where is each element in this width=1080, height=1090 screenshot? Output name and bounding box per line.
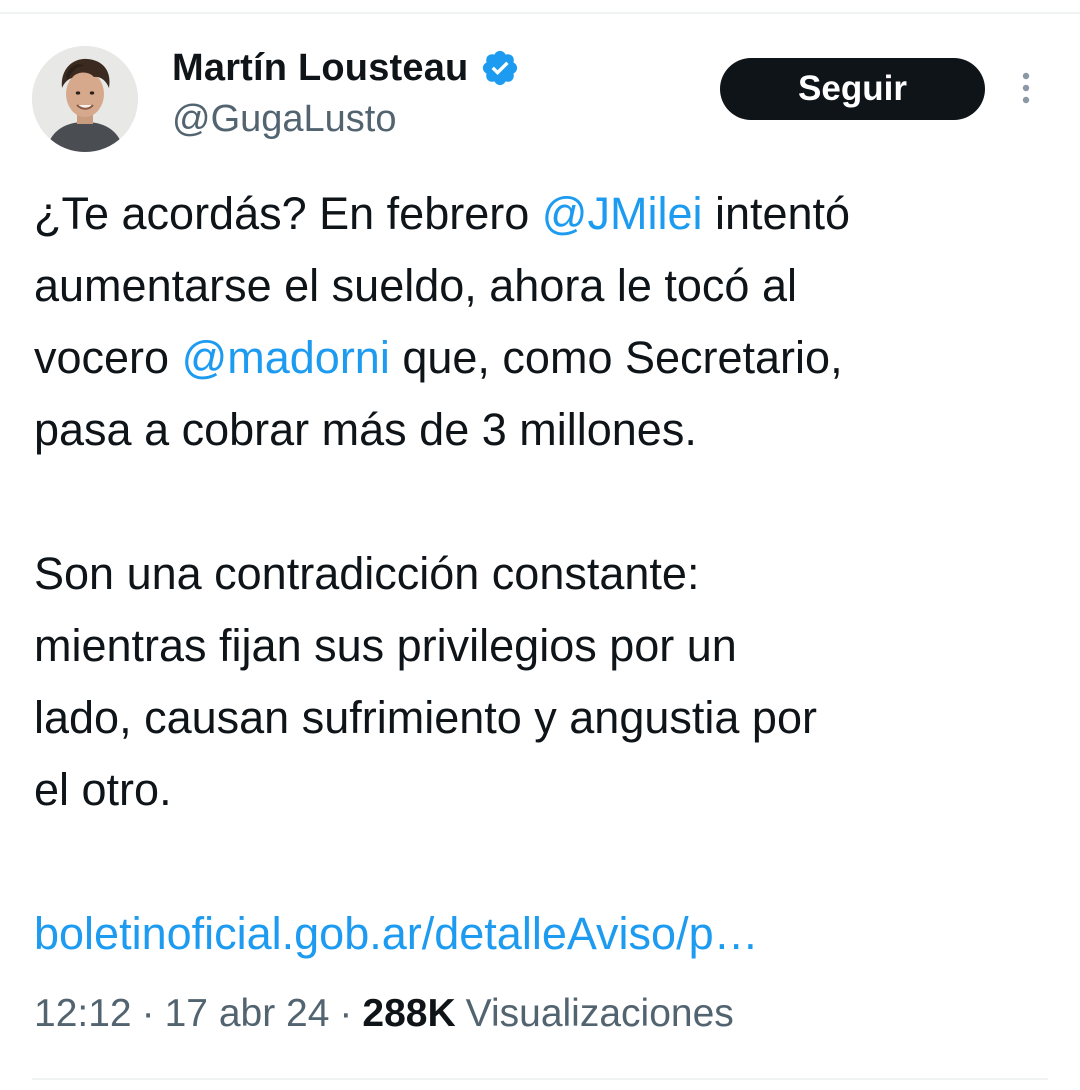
external-link[interactable]: boletinoficial.gob.ar/detalleAviso/p… [34,908,759,959]
bottom-divider [32,1078,1048,1080]
tweet-line: boletinoficial.gob.ar/detalleAviso/p… [34,898,1054,970]
meta-separator: · [339,992,353,1035]
author-name-row: Martín Lousteau [172,44,520,92]
verified-badge-icon[interactable] [480,48,520,88]
tweet-line: el otro. [34,764,172,815]
tweet-line: mientras fijan sus privilegios por un [34,620,737,671]
views-count[interactable]: 288K [362,992,455,1036]
tweet-line: lado, causan sufrimiento y angustia por [34,692,817,743]
text-segment: vocero [34,332,182,383]
tweet-date[interactable]: 17 abr 24 [165,992,330,1036]
tweet-meta: 12:12 · 17 abr 24 · 288K Visualizaciones [34,992,734,1036]
tweet-time[interactable]: 12:12 [34,992,132,1036]
mention-madorni-link[interactable]: @madorni [182,332,390,383]
tweet-line: vocero @madorni que, como Secretario, [34,322,1054,394]
mention-jmilei-link[interactable]: @JMilei [542,188,703,239]
text-segment: ¿Te acordás? En febrero [34,188,542,239]
author-handle[interactable]: @GugaLusto [172,98,397,141]
tweet-line: pasa a cobrar más de 3 millones. [34,404,697,455]
text-segment: que, como Secretario, [389,332,843,383]
tweet-text: ¿Te acordás? En febrero @JMilei intentó … [34,178,1054,970]
meta-separator: · [141,992,155,1035]
follow-button[interactable]: Seguir [720,58,985,120]
text-segment: intentó [702,188,851,239]
display-name[interactable]: Martín Lousteau [172,47,468,90]
views-label[interactable]: Visualizaciones [466,992,734,1036]
tweet-line: Son una contradicción constante: [34,548,700,599]
tweet-line: ¿Te acordás? En febrero @JMilei intentó [34,178,1054,250]
profile-photo-icon [32,46,138,152]
avatar[interactable] [32,46,138,152]
vertical-ellipsis-icon[interactable] [1012,70,1040,110]
tweet-header: Martín Lousteau @GugaLusto Seguir [0,0,1080,170]
tweet-line: aumentarse el sueldo, ahora le tocó al [34,260,797,311]
